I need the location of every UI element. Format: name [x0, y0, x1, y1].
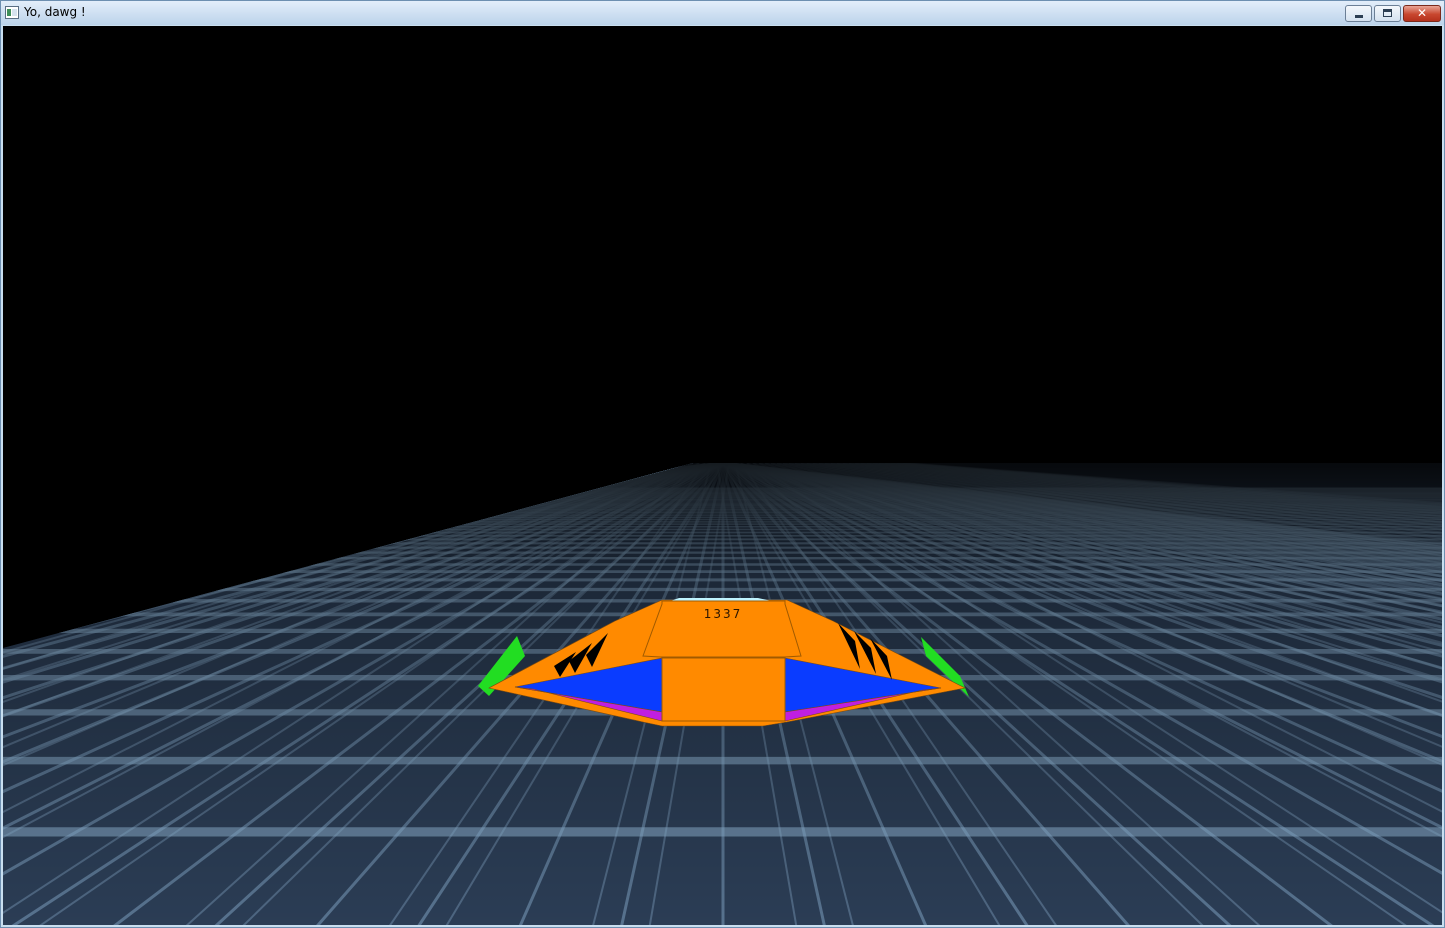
app-window: Yo, dawg ! ✕ 1337 [0, 0, 1445, 928]
minimize-icon [1355, 15, 1363, 18]
game-viewport[interactable]: 1337 [3, 26, 1442, 925]
app-icon [5, 6, 19, 19]
game-scene: 1337 [3, 463, 1442, 925]
title-bar[interactable]: Yo, dawg ! ✕ [1, 1, 1444, 25]
window-title: Yo, dawg ! [24, 5, 86, 19]
close-icon: ✕ [1416, 6, 1428, 20]
minimize-button[interactable] [1345, 5, 1372, 22]
maximize-button[interactable] [1374, 5, 1401, 22]
ship-number: 1337 [704, 607, 743, 621]
close-button[interactable]: ✕ [1403, 5, 1441, 22]
ship-front-block [661, 657, 786, 722]
maximize-icon [1383, 9, 1392, 17]
